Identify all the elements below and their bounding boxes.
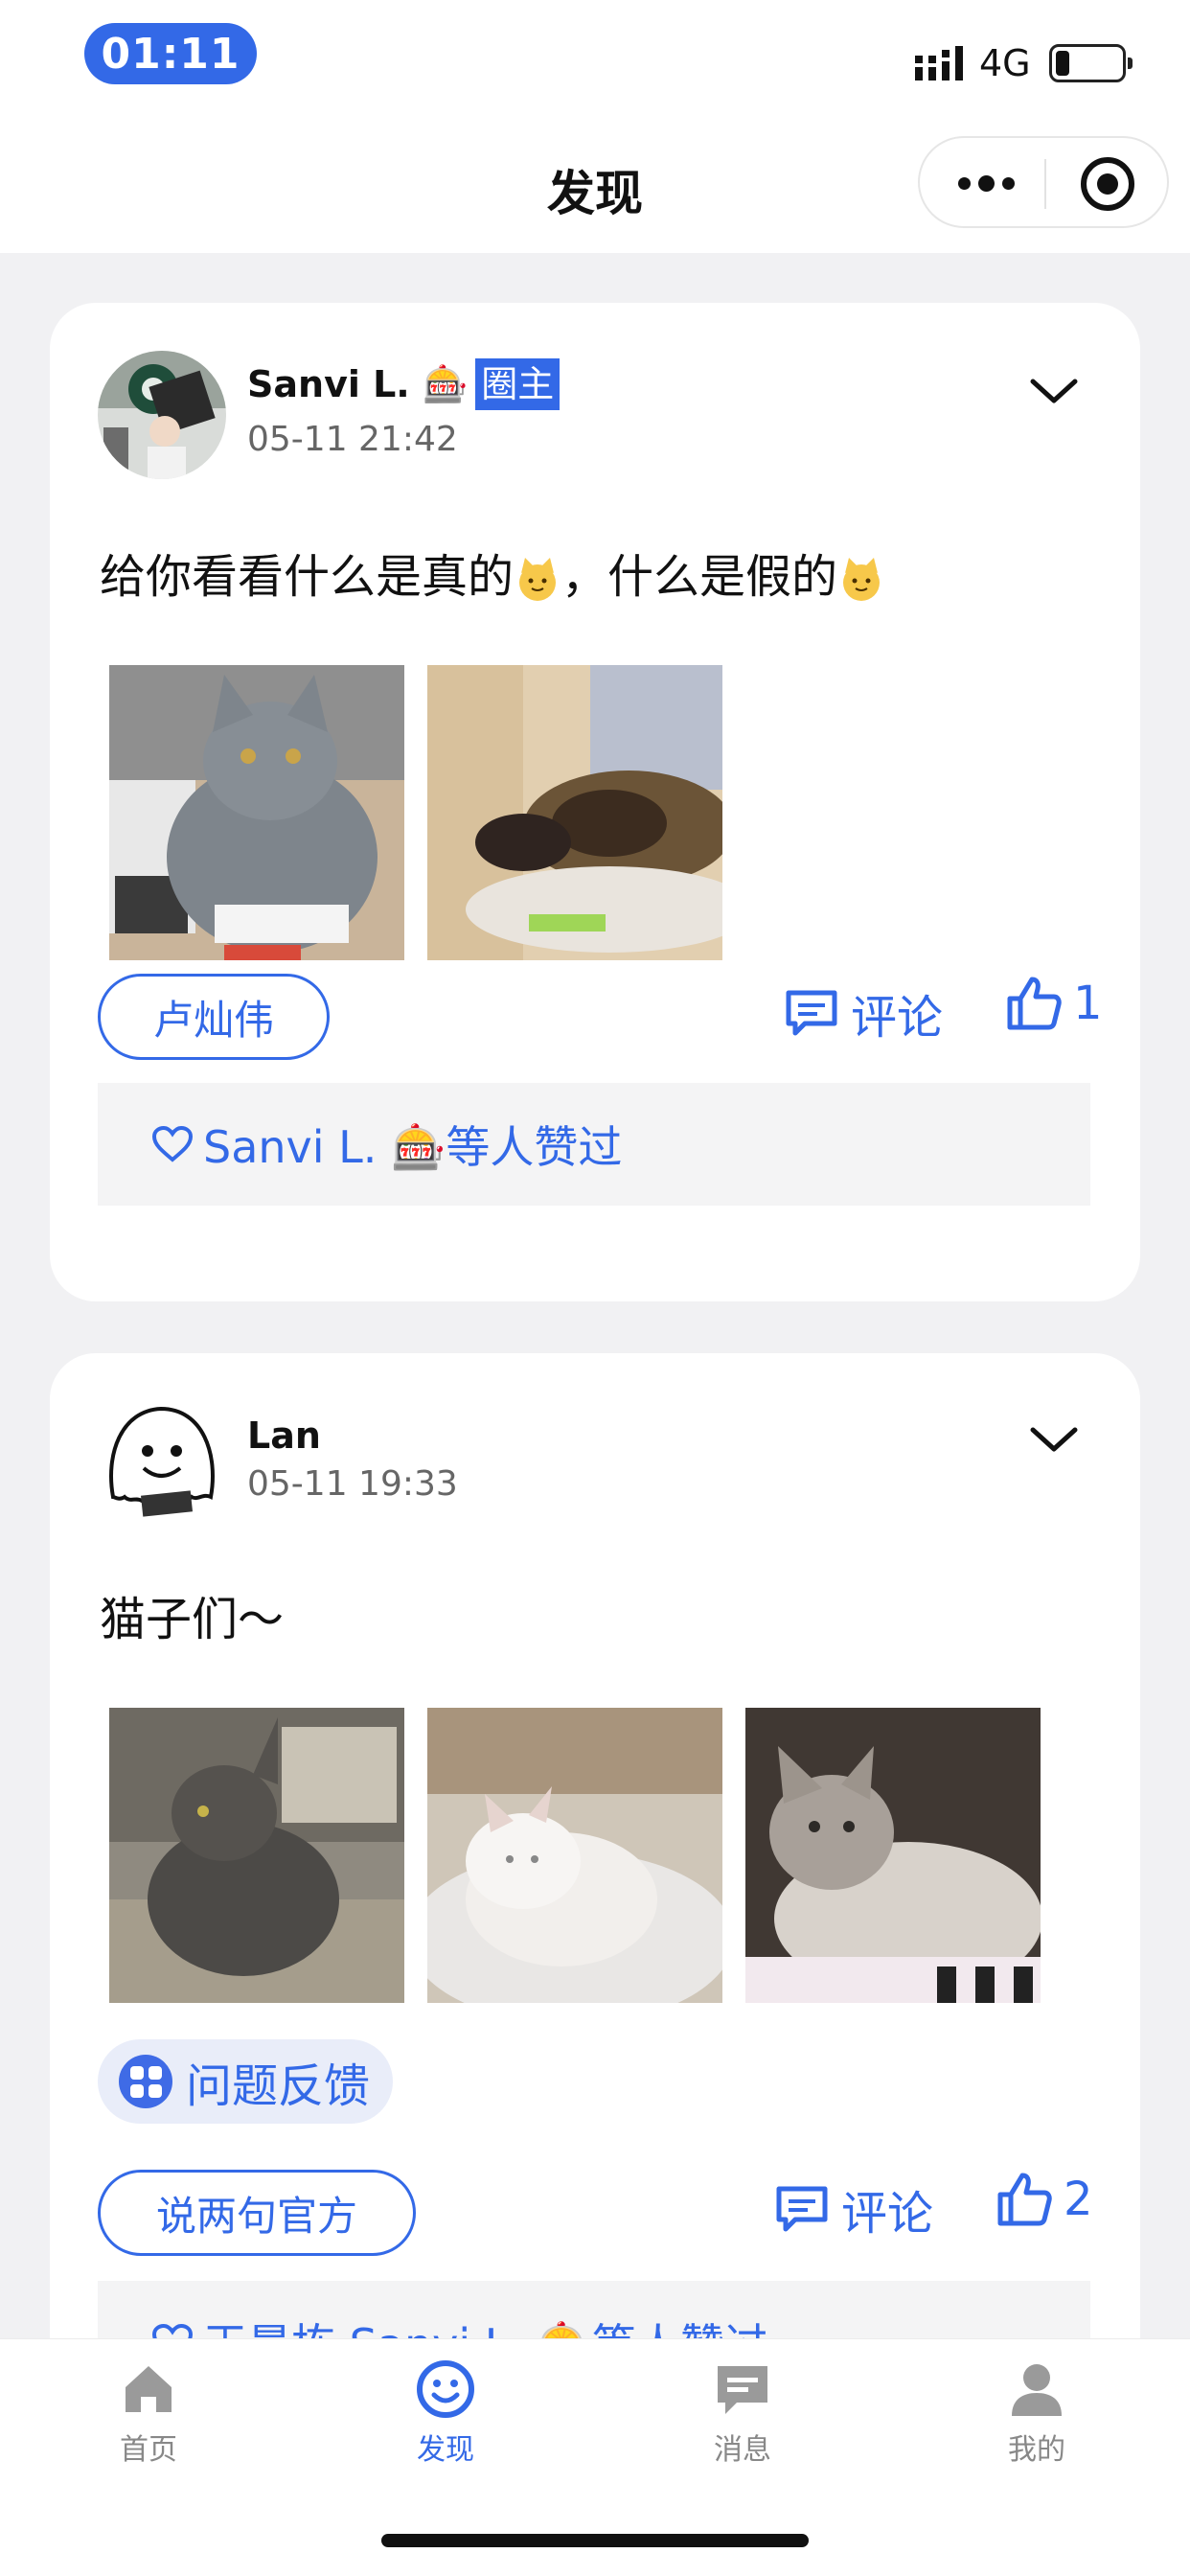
comment-label: 评论 bbox=[841, 2187, 934, 2241]
post-text: 猫子们～ bbox=[100, 1593, 285, 1646]
capsule-divider bbox=[1044, 159, 1046, 209]
post-text-part: ，什么是假的 bbox=[561, 550, 838, 604]
home-indicator bbox=[381, 2534, 809, 2547]
battery-icon bbox=[1049, 44, 1133, 82]
avatar[interactable] bbox=[98, 1397, 226, 1526]
home-icon bbox=[126, 2366, 172, 2412]
like-count: 1 bbox=[1073, 977, 1103, 1030]
more-icon[interactable] bbox=[958, 171, 1016, 196]
chevron-down-icon[interactable] bbox=[1027, 1422, 1081, 1457]
author-label: Lan bbox=[247, 1414, 321, 1457]
comment-label: 评论 bbox=[851, 991, 944, 1045]
owner-badge: 圈主 bbox=[475, 358, 561, 410]
tab-label: 消息 bbox=[714, 2433, 771, 2467]
thumbs-up-icon bbox=[997, 2173, 1052, 2226]
post-text-part: 给你看看什么是真的 bbox=[100, 550, 515, 604]
comment-button[interactable]: 评论 bbox=[774, 2175, 933, 2242]
comment-icon bbox=[786, 990, 837, 1036]
post-card[interactable]: Sanvi L. 🎰 圈主 05-11 21:42 给你看看什么是真的 ，什么是假… bbox=[50, 303, 1140, 1301]
post-text: 给你看看什么是真的 ，什么是假的 bbox=[100, 539, 885, 606]
author-label: Sanvi L. 🎰 bbox=[247, 362, 469, 405]
message-icon bbox=[718, 2366, 767, 2414]
post-image[interactable] bbox=[427, 665, 722, 960]
network-type: 4G bbox=[979, 42, 1031, 84]
topic-tag-button[interactable]: 说两句官方 bbox=[98, 2170, 416, 2256]
comment-icon bbox=[776, 2186, 828, 2232]
author-name[interactable]: Lan bbox=[247, 1414, 321, 1457]
liked-by-text: Sanvi L. 🎰等人赞过 bbox=[203, 1121, 623, 1173]
tab-label: 发现 bbox=[417, 2433, 474, 2467]
feedback-chip[interactable]: 问题反馈 bbox=[98, 2039, 394, 2124]
status-bar: 01:11 4G bbox=[0, 0, 1190, 126]
thumbs-up-icon bbox=[1007, 977, 1062, 1030]
signal-icon bbox=[915, 46, 963, 80]
navigation-bar: 发现 bbox=[0, 126, 1190, 253]
liked-by-box[interactable]: Sanvi L. 🎰等人赞过 bbox=[98, 1083, 1090, 1206]
chevron-down-icon[interactable] bbox=[1027, 374, 1081, 408]
post-image[interactable] bbox=[427, 1708, 722, 2003]
cat-emoji-icon bbox=[519, 558, 557, 601]
tab-profile[interactable]: 我的 bbox=[960, 2358, 1113, 2468]
heart-icon bbox=[151, 1125, 194, 1162]
mini-program-capsule bbox=[918, 136, 1169, 228]
like-button[interactable]: 1 bbox=[1006, 976, 1103, 1031]
post-time: 05-11 21:42 bbox=[247, 420, 458, 459]
topic-tag-button[interactable]: 卢灿伟 bbox=[98, 974, 330, 1060]
comment-button[interactable]: 评论 bbox=[784, 979, 943, 1046]
avatar[interactable] bbox=[98, 351, 226, 479]
tab-discover[interactable]: 发现 bbox=[369, 2358, 522, 2468]
post-image[interactable] bbox=[745, 1708, 1041, 2003]
status-time: 01:11 bbox=[84, 23, 257, 84]
like-count: 2 bbox=[1064, 2173, 1093, 2226]
user-icon bbox=[1012, 2364, 1062, 2416]
post-image[interactable] bbox=[109, 665, 404, 960]
tab-messages[interactable]: 消息 bbox=[666, 2358, 819, 2468]
like-button[interactable]: 2 bbox=[996, 2172, 1093, 2227]
smile-icon bbox=[417, 2360, 474, 2418]
close-target-icon[interactable] bbox=[1081, 157, 1134, 211]
post-image[interactable] bbox=[109, 1708, 404, 2003]
post-time: 05-11 19:33 bbox=[247, 1464, 458, 1504]
tab-label: 首页 bbox=[120, 2433, 177, 2467]
tab-home[interactable]: 首页 bbox=[72, 2358, 225, 2468]
tab-label: 我的 bbox=[1008, 2433, 1065, 2467]
apps-icon bbox=[119, 2055, 172, 2108]
cat-emoji-icon bbox=[843, 558, 881, 601]
feedback-label: 问题反馈 bbox=[186, 2059, 371, 2113]
author-name[interactable]: Sanvi L. 🎰 圈主 bbox=[247, 358, 561, 410]
